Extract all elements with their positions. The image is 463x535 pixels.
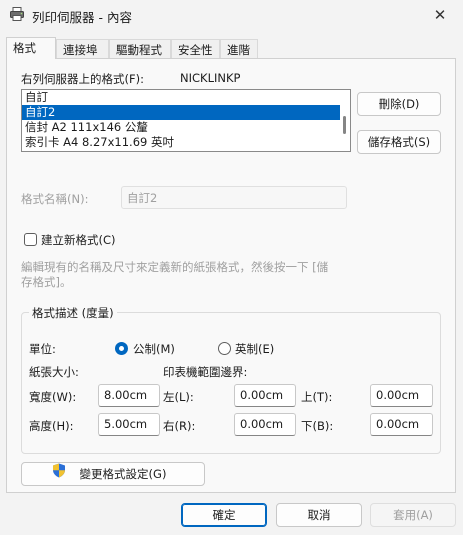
list-item[interactable]: 自訂 <box>22 90 340 105</box>
save-form-button[interactable]: 儲存格式(S) <box>357 130 441 154</box>
forms-tab-panel: 右列伺服器上的格式(F): NICKLINKP 自訂 自訂2 信封 A2 111… <box>6 58 456 493</box>
metric-radio[interactable] <box>115 342 128 355</box>
ok-button[interactable]: 確定 <box>181 503 267 527</box>
paper-size-label: 紙張大小: <box>29 365 79 379</box>
bottom-margin-input[interactable]: 0.00cm <box>370 413 433 436</box>
top-margin-label: 上(T): <box>301 390 333 404</box>
form-name-label: 格式名稱(N): <box>21 192 89 206</box>
delete-button[interactable]: 刪除(D) <box>357 92 441 116</box>
title-bar: 列印伺服器 - 內容 ✕ <box>0 0 463 30</box>
tab-drivers[interactable]: 驅動程式 <box>109 39 171 58</box>
list-item[interactable]: 信封 A2 111x146 公釐 <box>22 120 340 135</box>
close-icon: ✕ <box>433 6 447 24</box>
uac-shield-icon <box>53 463 65 478</box>
width-input[interactable]: 8.00cm <box>98 384 160 407</box>
tab-advanced[interactable]: 進階 <box>220 39 258 58</box>
cancel-button[interactable]: 取消 <box>276 503 362 527</box>
list-scrollbar-thumb[interactable] <box>343 116 346 134</box>
tab-ports[interactable]: 連接埠 <box>56 39 109 58</box>
form-name-input[interactable]: 自訂2 <box>121 186 347 209</box>
tab-strip: 格式 連接埠 驅動程式 安全性 進階 <box>6 37 456 59</box>
right-margin-input[interactable]: 0.00cm <box>234 413 296 436</box>
window-title: 列印伺服器 - 內容 <box>32 10 132 25</box>
forms-on-server-label: 右列伺服器上的格式(F): <box>21 72 144 86</box>
create-new-form-checkbox[interactable] <box>24 233 37 246</box>
change-form-settings-button[interactable]: 變更格式設定(G) <box>21 462 205 486</box>
left-margin-input[interactable]: 0.00cm <box>234 384 296 407</box>
tab-security[interactable]: 安全性 <box>171 39 220 58</box>
tab-forms[interactable]: 格式 <box>6 37 56 59</box>
left-margin-label: 左(L): <box>163 390 194 404</box>
english-label: 英制(E) <box>235 342 275 356</box>
right-margin-label: 右(R): <box>163 419 196 433</box>
create-new-form-label: 建立新格式(C) <box>41 233 116 247</box>
close-button[interactable]: ✕ <box>417 0 463 30</box>
bottom-margin-label: 下(B): <box>301 419 334 433</box>
list-item[interactable]: 索引卡 A4 8.27x11.69 英吋 <box>22 135 340 150</box>
width-label: 寬度(W): <box>29 390 77 404</box>
forms-list[interactable]: 自訂 自訂2 信封 A2 111x146 公釐 索引卡 A4 8.27x11.6… <box>21 89 351 152</box>
new-form-description-line1: 編輯現有的名稱及尺寸來定義新的紙張格式，然後按一下 [儲 <box>21 260 329 274</box>
english-radio[interactable] <box>218 342 231 355</box>
apply-button[interactable]: 套用(A) <box>370 503 456 527</box>
list-item-selected[interactable]: 自訂2 <box>22 105 340 120</box>
height-label: 高度(H): <box>29 419 74 433</box>
server-name: NICKLINKP <box>180 71 241 85</box>
metric-label: 公制(M) <box>133 342 175 356</box>
form-description-title: 格式描述 (度量) <box>29 305 117 321</box>
height-input[interactable]: 5.00cm <box>98 413 160 436</box>
printer-area-label: 印表機範圍邊界: <box>163 365 248 379</box>
top-margin-input[interactable]: 0.00cm <box>370 384 433 407</box>
printer-icon <box>10 7 24 21</box>
units-label: 單位: <box>29 342 56 356</box>
new-form-description-line2: 存格式]。 <box>21 275 72 289</box>
